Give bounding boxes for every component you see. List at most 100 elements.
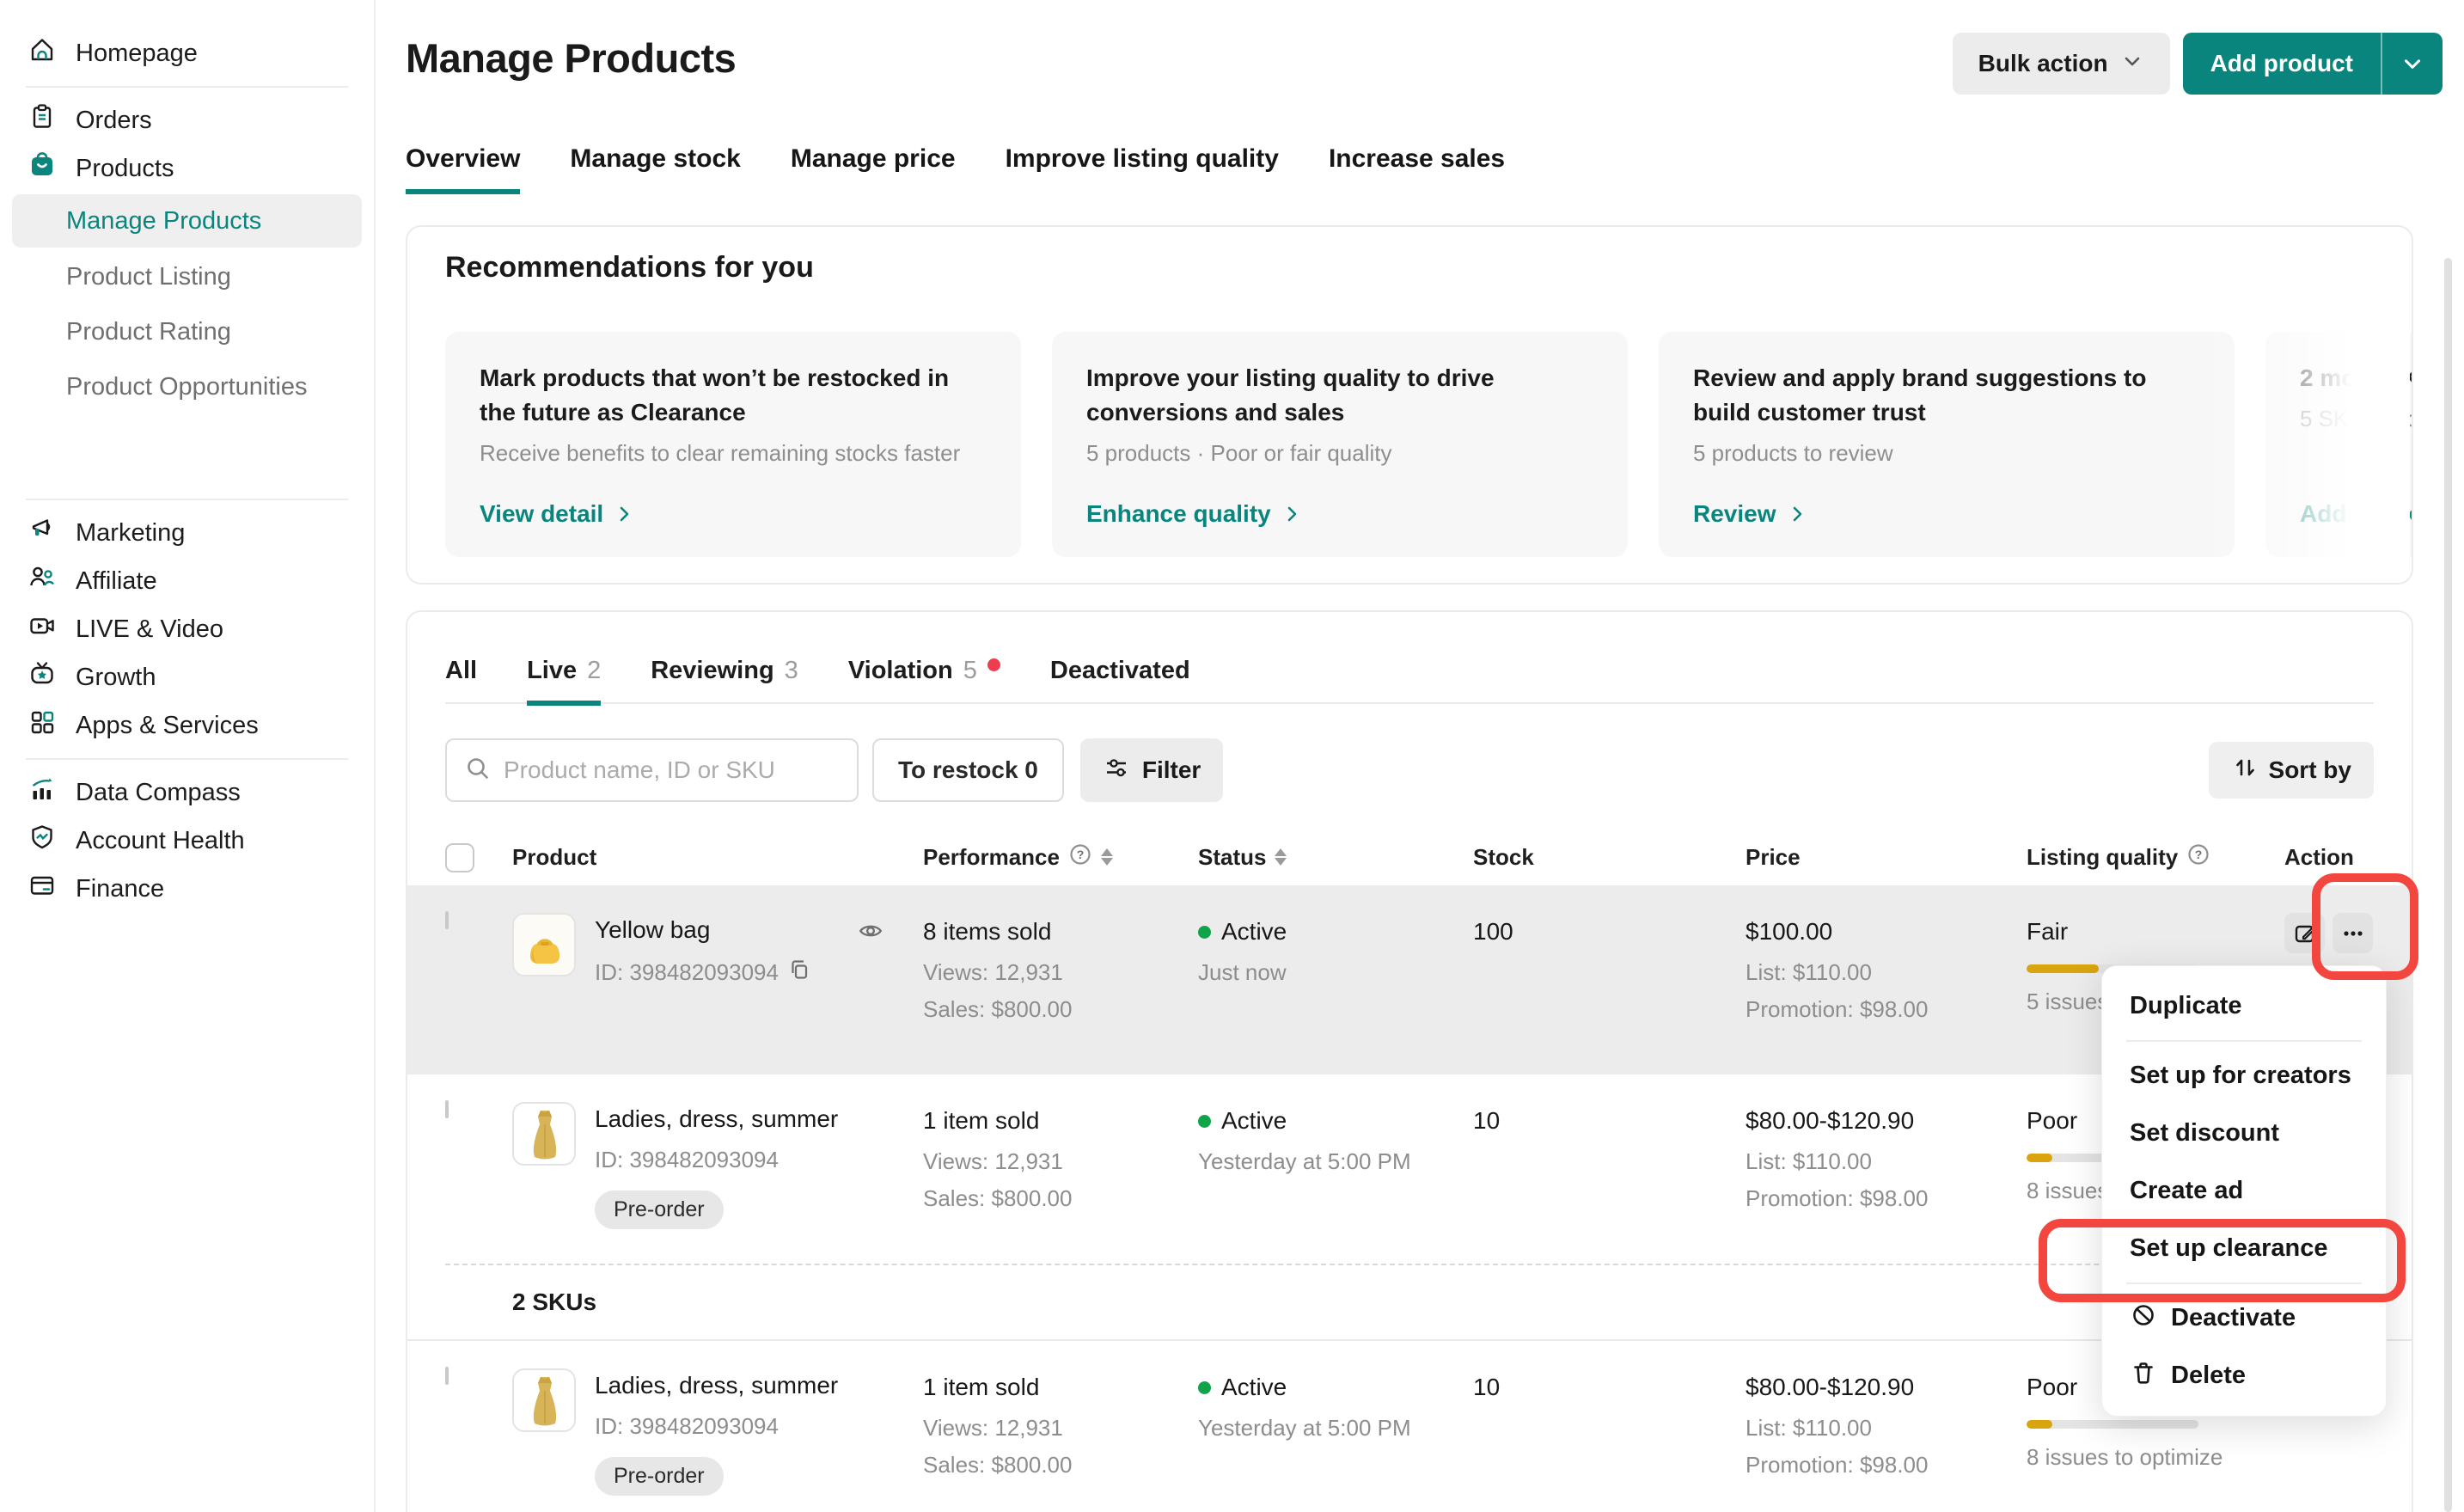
status-tab-live[interactable]: Live2 bbox=[527, 657, 601, 706]
price-cell: $100.00 List: $110.00 Promotion: $98.00 bbox=[1746, 913, 2027, 1052]
sidebar-item-homepage[interactable]: Homepage bbox=[0, 29, 374, 77]
enhance-quality-link[interactable]: Enhance quality bbox=[1086, 500, 1593, 528]
to-restock-button[interactable]: To restock 0 bbox=[872, 738, 1064, 802]
column-performance[interactable]: Performance ? bbox=[923, 842, 1198, 872]
filter-sliders-icon bbox=[1103, 754, 1130, 787]
tab-improve-listing-quality[interactable]: Improve listing quality bbox=[1006, 144, 1279, 194]
view-detail-link[interactable]: View detail bbox=[480, 500, 987, 528]
chevron-down-icon bbox=[2120, 49, 2144, 79]
chevron-down-icon[interactable] bbox=[2382, 33, 2443, 95]
menu-item-set-up-clearance[interactable]: Set up clearance bbox=[2102, 1220, 2386, 1277]
copy-icon[interactable] bbox=[787, 958, 811, 988]
svg-text:?: ? bbox=[2195, 848, 2203, 861]
stock-cell: 100 bbox=[1473, 913, 1746, 1052]
violation-alert-dot bbox=[987, 658, 1000, 671]
status-tab-violation[interactable]: Violation5 bbox=[848, 657, 1000, 706]
sidebar-item-account-health[interactable]: Account Health bbox=[0, 817, 374, 865]
performance-cell: 1 item sold Views: 12,931 Sales: $800.00 bbox=[923, 1102, 1198, 1241]
product-name[interactable]: Yellow bag bbox=[595, 918, 811, 942]
menu-item-set-up-for-creators[interactable]: Set up for creators bbox=[2102, 1047, 2386, 1105]
sidebar-item-manage-products[interactable]: Manage Products bbox=[12, 194, 362, 248]
tab-manage-stock[interactable]: Manage stock bbox=[570, 144, 740, 194]
filter-button[interactable]: Filter bbox=[1080, 738, 1223, 802]
row-checkbox[interactable] bbox=[445, 911, 449, 929]
sort-carets-icon[interactable] bbox=[1275, 848, 1287, 866]
sidebar-item-affiliate[interactable]: Affiliate bbox=[0, 557, 374, 605]
pre-order-badge: Pre-order bbox=[595, 1191, 724, 1229]
seller-center-app: Homepage Orders Products Manage Products… bbox=[0, 0, 2464, 1512]
add-product-button[interactable]: Add product bbox=[2183, 33, 2443, 95]
recommendation-card-listing-quality[interactable]: Improve your listing quality to drive co… bbox=[1052, 332, 1628, 557]
header-actions: Bulk action Add product bbox=[1953, 33, 2443, 95]
select-all-checkbox[interactable] bbox=[445, 843, 474, 872]
sidebar-spacer bbox=[0, 414, 374, 490]
sidebar-item-product-listing[interactable]: Product Listing bbox=[0, 249, 374, 304]
vertical-scrollbar[interactable] bbox=[2444, 258, 2452, 1512]
status-tab-reviewing[interactable]: Reviewing3 bbox=[651, 657, 798, 706]
price-cell: $80.00-$120.90 List: $110.00 Promotion: … bbox=[1746, 1368, 2027, 1508]
sidebar-item-product-opportunities[interactable]: Product Opportunities bbox=[0, 359, 374, 414]
sidebar-item-live-video[interactable]: LIVE & Video bbox=[0, 605, 374, 653]
product-image-yellow-bag[interactable] bbox=[512, 913, 576, 976]
sidebar-item-apps-services[interactable]: Apps & Services bbox=[0, 701, 374, 750]
trash-icon bbox=[2130, 1359, 2157, 1393]
sidebar-item-orders[interactable]: Orders bbox=[0, 96, 374, 144]
page-title: Manage Products bbox=[406, 34, 736, 82]
sidebar-item-label: Product Rating bbox=[66, 318, 231, 346]
sidebar-item-label: Marketing bbox=[76, 519, 185, 548]
tab-increase-sales[interactable]: Increase sales bbox=[1329, 144, 1505, 194]
tab-overview[interactable]: Overview bbox=[406, 144, 520, 194]
product-image-dress[interactable] bbox=[512, 1368, 576, 1432]
sidebar-item-marketing[interactable]: Marketing bbox=[0, 509, 374, 557]
recommendation-card-clearance[interactable]: Mark products that won’t be restocked in… bbox=[445, 332, 1021, 557]
product-name[interactable]: Ladies, dress, summer bbox=[595, 1107, 838, 1131]
help-icon[interactable]: ? bbox=[2186, 842, 2210, 872]
recommendations-title: Recommendations for you bbox=[445, 251, 814, 285]
menu-item-duplicate[interactable]: Duplicate bbox=[2102, 977, 2386, 1035]
recommendation-card-brand-suggestions[interactable]: Review and apply brand suggestions to bu… bbox=[1659, 332, 2235, 557]
bar-chart-icon bbox=[28, 774, 57, 811]
column-status[interactable]: Status bbox=[1198, 844, 1473, 871]
sidebar-item-label: Finance bbox=[76, 875, 164, 903]
review-link[interactable]: Review bbox=[1693, 500, 2200, 528]
recommendation-card-add-stock[interactable]: 2 more SKUs estimated 5 SKUs · To Add st… bbox=[2265, 332, 2413, 557]
chevron-right-icon bbox=[1281, 504, 1302, 524]
help-icon[interactable]: ? bbox=[1068, 842, 1092, 872]
sidebar-item-products[interactable]: Products bbox=[0, 144, 374, 193]
shopping-bag-icon bbox=[28, 150, 57, 187]
sort-carets-icon[interactable] bbox=[1101, 848, 1113, 866]
menu-item-deactivate[interactable]: Deactivate bbox=[2102, 1289, 2386, 1347]
card-icon bbox=[28, 871, 57, 907]
preview-eye-icon[interactable] bbox=[856, 918, 885, 948]
home-icon bbox=[28, 35, 57, 71]
bulk-action-button[interactable]: Bulk action bbox=[1953, 33, 2170, 95]
product-id: ID: 398482093094 bbox=[595, 1147, 779, 1173]
add-stock-link[interactable]: Add stock bbox=[2300, 500, 2413, 528]
people-icon bbox=[28, 563, 57, 599]
column-stock: Stock bbox=[1473, 844, 1746, 871]
search-input[interactable] bbox=[504, 756, 840, 784]
svg-text:?: ? bbox=[1077, 848, 1085, 861]
status-tab-deactivated[interactable]: Deactivated bbox=[1050, 657, 1190, 706]
row-actions-context-menu: Duplicate Set up for creators Set discou… bbox=[2101, 965, 2387, 1417]
sort-by-button[interactable]: Sort by bbox=[2209, 742, 2374, 799]
menu-item-delete[interactable]: Delete bbox=[2102, 1347, 2386, 1405]
more-actions-button[interactable] bbox=[2333, 913, 2373, 953]
status-tab-all[interactable]: All bbox=[445, 657, 477, 706]
edit-button[interactable] bbox=[2284, 913, 2325, 953]
sidebar-item-product-rating[interactable]: Product Rating bbox=[0, 304, 374, 359]
product-name[interactable]: Ladies, dress, summer bbox=[595, 1374, 838, 1398]
sidebar-item-growth[interactable]: Growth bbox=[0, 653, 374, 701]
stock-cell: 10 bbox=[1473, 1102, 1746, 1241]
menu-item-set-discount[interactable]: Set discount bbox=[2102, 1105, 2386, 1162]
product-image-dress[interactable] bbox=[512, 1102, 576, 1166]
sidebar-item-data-compass[interactable]: Data Compass bbox=[0, 768, 374, 817]
tab-manage-price[interactable]: Manage price bbox=[791, 144, 956, 194]
row-checkbox[interactable] bbox=[445, 1367, 449, 1385]
search-box[interactable] bbox=[445, 738, 859, 802]
product-id: ID: 398482093094 bbox=[595, 959, 779, 986]
row-checkbox[interactable] bbox=[445, 1100, 449, 1118]
sidebar-divider bbox=[26, 499, 348, 500]
menu-item-create-ad[interactable]: Create ad bbox=[2102, 1162, 2386, 1220]
sidebar-item-finance[interactable]: Finance bbox=[0, 865, 374, 913]
